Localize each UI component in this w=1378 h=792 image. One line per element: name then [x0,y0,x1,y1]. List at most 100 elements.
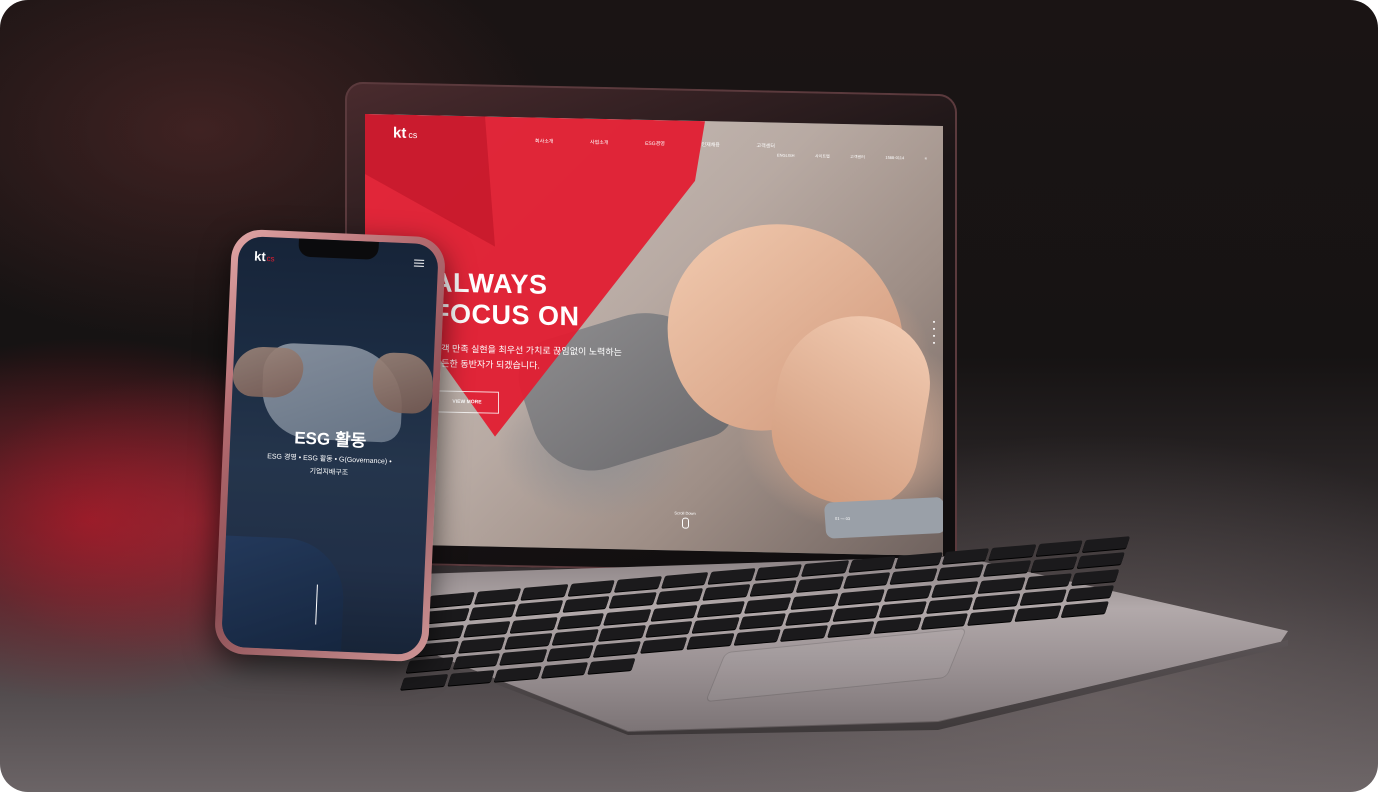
keyboard-key [540,661,589,678]
keyboard-key [608,592,657,609]
util-item[interactable]: 고객센터 [850,154,865,160]
hero-headline-line: ALWAYS [433,267,548,300]
keyboard-key [884,584,933,601]
keyboard-key [400,673,448,690]
keyboard-key [796,576,844,593]
keyboard-key [1077,552,1125,569]
keyboard-key [873,617,922,634]
util-item[interactable]: 1588-0114 [885,155,904,161]
nav-item[interactable]: 사업소개 [590,139,608,146]
keyboard-key [697,600,745,617]
keyboard-key [603,608,652,625]
keyboard-key [832,605,881,621]
slide-counter: 01 — 03 [835,515,851,522]
laptop-screen: kt cs 회사소개 사업소개 ESG경영 인재채용 고객센터 ENGLISH 사… [365,113,943,557]
keyboard-key [889,568,938,585]
phone-notch [298,238,379,260]
keyboard-key [972,593,1021,609]
keyboard-key [556,612,605,629]
keyboard-key [598,625,646,641]
slide-dot[interactable] [933,327,935,330]
keyboard-key [493,665,542,682]
keyboard-key [931,580,979,597]
hero-headline-line: FOCUS ON [433,298,580,332]
keyboard-key [738,613,787,629]
nav-item[interactable]: 회사소개 [535,138,553,145]
util-item[interactable]: 사이트맵 [815,153,830,159]
phone-screen: ktcs ESG 활동 ESG 경영 • ESG 활동 • G(Governan… [221,235,439,656]
keyboard-key [843,572,891,589]
keyboard-key [504,633,553,649]
keyboard-key [837,588,886,605]
hero-subtext: 고객 만족 실현을 최우선 가치로 끊임없이 노력하는 든든한 동반자가 되겠습… [433,341,622,375]
logo-kt: kt [393,124,407,142]
keyboard-key [988,544,1037,560]
keyboard-key [639,637,688,654]
scroll-down-indicator[interactable]: Scroll Down [670,510,700,529]
keyboard-key [499,649,547,666]
nav-item[interactable]: ESG경영 [645,140,665,147]
keyboard-key [645,621,693,637]
keyboard-key [920,613,969,630]
keyboard-key [691,617,740,633]
keyboard-key [1082,536,1131,552]
keyboard-key [983,560,1032,577]
phone-frame: ktcs ESG 활동 ESG 경영 • ESG 활동 • G(Governan… [213,228,447,663]
keyboard-key [1035,540,1084,556]
keyboard-key [562,596,610,613]
keyboard-key [749,580,797,597]
logo-cs: cs [266,254,275,264]
keyboard-key [587,657,636,674]
keyboard-key [827,621,875,638]
slide-dot[interactable] [933,320,935,323]
site-logo[interactable]: kt cs [393,125,417,143]
keyboard-key [447,669,495,686]
keyboard-key [879,601,927,617]
keyboard-key [967,609,1016,626]
util-item[interactable]: ENGLISH [777,153,795,159]
keyboard-key [733,629,782,646]
keyboard-key [1014,605,1063,622]
hamburger-menu-icon[interactable] [413,259,425,268]
keyboard-key [686,633,735,650]
mobile-site-logo[interactable]: ktcs [254,249,275,265]
keyboard-key [926,597,974,613]
keyboard-key [1061,601,1109,618]
keyboard-key [592,641,641,658]
keyboard-key [452,653,501,670]
keyboard-key [978,576,1026,593]
logo-cs: cs [408,129,418,141]
keyboard-key [551,629,600,645]
nav-item[interactable]: 인재채용 [702,141,720,148]
hero-headline: ALWAYS FOCUS ON [433,267,580,332]
keyboard-key [1066,585,1115,601]
keyboard-key [457,637,506,653]
keyboard-key [936,564,985,581]
keyboard-key [1025,572,1073,589]
keyboard-key [655,588,704,605]
hamburger-menu-icon[interactable]: ≡ [925,156,927,162]
keyboard-key [702,584,751,601]
keyboard-key [1019,589,1068,605]
keyboard-key [546,645,594,662]
slide-dot[interactable] [933,334,935,337]
keyboard-key [744,596,792,613]
scroll-label: Scroll Down [674,510,696,516]
slide-dot[interactable] [933,341,935,344]
keyboard-key [1071,568,1120,585]
keyboard-key [405,657,454,674]
slide-pagination[interactable] [933,316,935,349]
keyboard-key [515,600,563,617]
keyboard-key [785,609,834,625]
keyboard-key [468,604,517,621]
mouse-scroll-icon [681,517,689,529]
mockup-stage: kt cs 회사소개 사업소개 ESG경영 인재채용 고객센터 ENGLISH 사… [0,0,1378,792]
logo-kt: kt [253,248,267,265]
keyboard-key [463,620,511,637]
keyboard-key [790,592,839,609]
keyboard-key [650,604,699,621]
nav-item[interactable]: 고객센터 [757,142,775,149]
keyboard-key [1030,556,1078,573]
keyboard-key [509,616,558,633]
view-more-button[interactable]: VIEW MORE [435,390,499,414]
